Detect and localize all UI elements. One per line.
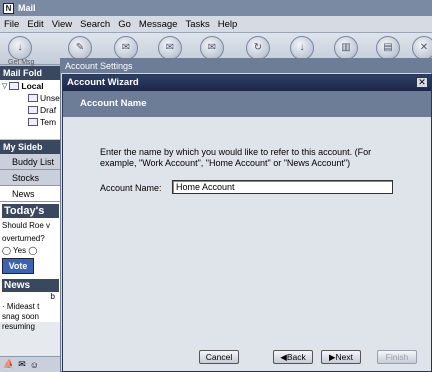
today-title: Today's [2, 204, 59, 218]
my-sidebar: My Sideb Buddy List Stocks News Today's … [0, 140, 62, 356]
get-msgs-label: Get Msg [8, 59, 35, 66]
menu-search[interactable]: Search [76, 19, 114, 30]
folder-local-label: Local [21, 81, 44, 91]
account-name-input[interactable]: Home Account [172, 180, 393, 194]
menu-message[interactable]: Message [135, 19, 182, 30]
print-button[interactable]: ▤ [376, 36, 400, 60]
stop-button[interactable]: ✕ [412, 36, 432, 60]
sidebar-header: My Sideb [0, 140, 61, 154]
expand-arrow-icon[interactable]: ▽ [2, 82, 7, 90]
delete-button[interactable]: ▥ [334, 36, 358, 60]
news-line-3[interactable]: resuming [2, 322, 59, 332]
account-wizard-title: Account Wizard [67, 77, 139, 88]
news-line-2[interactable]: snag soon [2, 312, 59, 322]
sidebar-tab-stocks[interactable]: Stocks [0, 170, 61, 186]
menu-go[interactable]: Go [114, 19, 135, 30]
folder-templates-label: Tem [40, 117, 57, 127]
file-button[interactable]: ↓ [290, 36, 314, 60]
sidebar-tab-buddy-list[interactable]: Buddy List [0, 154, 61, 170]
wizard-description: Enter the name by which you would like t… [100, 147, 372, 168]
main-window-titlebar: N Mail [0, 0, 432, 16]
folder-unsent-label: Unse [40, 93, 60, 103]
menu-view[interactable]: View [48, 19, 76, 30]
component-bar: ⛵ ✉ ☺ [0, 356, 62, 372]
folder-unsent[interactable]: Unse [0, 92, 61, 104]
news-line-1[interactable]: · Mideast t [2, 302, 59, 312]
forward-button[interactable]: ✉ [200, 36, 224, 60]
menu-edit[interactable]: Edit [23, 19, 47, 30]
next-button[interactable]: ↻ [246, 36, 270, 60]
account-name-label: Account Name: [100, 183, 162, 193]
poll-yes-radio[interactable]: ◯ [2, 246, 11, 255]
menu-file[interactable]: File [0, 19, 23, 30]
account-wizard-dialog: Account Wizard ✕ Account Name Enter the … [62, 74, 432, 372]
folder-drafts-label: Draf [40, 105, 57, 115]
computer-icon [9, 82, 20, 90]
get-msgs-button[interactable]: ↓ [8, 36, 32, 60]
poll-question: Should Roe v [2, 221, 51, 230]
sidebar-tab-news[interactable]: News [0, 186, 61, 202]
compose-button[interactable]: ✎ [68, 36, 92, 60]
menu-help[interactable]: Help [214, 19, 242, 30]
account-wizard-titlebar: Account Wizard ✕ [63, 75, 431, 91]
close-icon[interactable]: ✕ [416, 77, 428, 88]
next-button[interactable]: ▶Next [321, 350, 361, 364]
folder-templates[interactable]: Tem [0, 116, 61, 128]
reply-button[interactable]: ✉ [114, 36, 138, 60]
menu-tasks[interactable]: Tasks [181, 19, 213, 30]
account-settings-title: Account Settings [61, 59, 431, 73]
wizard-page-header: Account Name [63, 91, 431, 117]
mail-folders-header: Mail Fold [0, 66, 61, 80]
news-title: News [2, 279, 59, 292]
finish-button[interactable]: Finish [377, 350, 417, 364]
back-button[interactable]: ◀Back [273, 350, 313, 364]
main-window-title: Mail [18, 3, 36, 13]
cancel-button[interactable]: Cancel [199, 350, 239, 364]
folder-icon [28, 118, 38, 126]
mail-folders-pane: Mail Fold ▽ Local Unse Draf Tem [0, 66, 62, 139]
folder-drafts[interactable]: Draf [0, 104, 61, 116]
poll-question-2: overturned? [2, 234, 45, 243]
menu-bar: File Edit View Search Go Message Tasks H… [0, 16, 432, 33]
mail-icon[interactable]: ✉ [18, 359, 26, 370]
folder-icon [28, 94, 38, 102]
poll-no-radio[interactable]: ◯ [28, 246, 37, 255]
wizard-body: Enter the name by which you would like t… [63, 117, 431, 371]
folder-icon [28, 106, 38, 114]
news-marker: b [50, 292, 55, 301]
folder-local[interactable]: ▽ Local [0, 80, 61, 92]
today-panel: Today's Should Roe v overturned? ◯ Yes ◯… [0, 202, 61, 331]
reply-all-button[interactable]: ✉ [158, 36, 182, 60]
poll-yes-label: Yes [13, 246, 27, 255]
chat-icon[interactable]: ☺ [30, 360, 39, 370]
app-logo-icon: N [3, 2, 14, 14]
navigator-icon[interactable]: ⛵ [3, 359, 14, 370]
vote-button[interactable]: Vote [2, 258, 34, 274]
poll-options: ◯ Yes ◯ [2, 246, 59, 255]
